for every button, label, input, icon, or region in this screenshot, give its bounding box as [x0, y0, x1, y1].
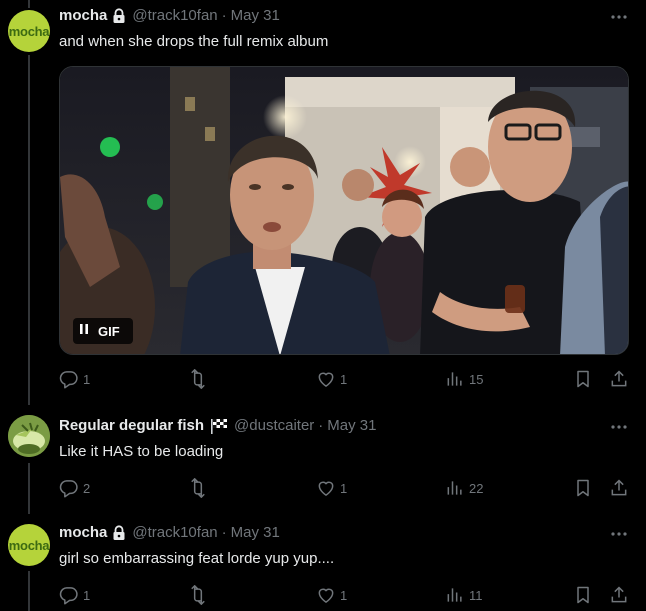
repost-icon — [188, 369, 208, 389]
lock-icon — [112, 7, 126, 24]
repost-icon — [188, 585, 208, 605]
post-actions: 2 1 22 — [59, 476, 629, 500]
views-count: 11 — [469, 587, 483, 603]
bookmark-icon — [573, 585, 593, 605]
user-handle[interactable]: @dustcaiter — [234, 417, 314, 434]
post-text: Like it HAS to be loading — [59, 443, 224, 460]
share-icon — [609, 369, 629, 389]
like-button[interactable]: 1 — [316, 476, 347, 500]
repost-button[interactable] — [188, 367, 212, 391]
views-icon — [445, 369, 465, 389]
like-button[interactable]: 1 — [316, 583, 347, 607]
gif-frame — [60, 67, 628, 354]
thread-line — [28, 55, 30, 405]
like-button[interactable]: 1 — [316, 367, 347, 391]
views-button[interactable]: 11 — [445, 583, 483, 607]
post-date[interactable]: May 31 — [231, 524, 280, 541]
avatar[interactable]: mocha — [8, 524, 50, 566]
thread-line — [28, 571, 30, 611]
separator-dot: · — [318, 417, 324, 434]
thread-line — [28, 0, 30, 8]
more-options-icon[interactable] — [609, 417, 629, 437]
post-actions: 1 1 11 — [59, 583, 629, 607]
gif-media[interactable]: GIF — [59, 66, 629, 355]
reply-count: 2 — [83, 480, 91, 496]
like-count: 1 — [340, 587, 348, 603]
post-header: Regular degular fish @dustcaiter · May 3… — [59, 417, 377, 434]
post-date[interactable]: May 31 — [327, 417, 376, 434]
avatar-text: mocha — [8, 537, 50, 553]
reply-button[interactable]: 1 — [59, 583, 90, 607]
reply-icon — [59, 369, 79, 389]
reply-button[interactable]: 2 — [59, 476, 90, 500]
views-button[interactable]: 22 — [445, 476, 483, 500]
thread-line — [28, 463, 30, 514]
bookmark-button[interactable] — [573, 476, 593, 500]
reply-count: 1 — [83, 587, 91, 603]
bookmark-button[interactable] — [573, 367, 593, 391]
repost-icon — [188, 478, 208, 498]
share-icon — [609, 585, 629, 605]
display-name[interactable]: mocha — [59, 524, 107, 541]
avatar[interactable]: mocha — [8, 10, 50, 52]
views-count: 15 — [469, 371, 484, 387]
heart-icon — [316, 478, 336, 498]
share-icon — [609, 478, 629, 498]
avatar-text: mocha — [8, 23, 50, 39]
display-name[interactable]: mocha — [59, 7, 107, 24]
user-handle[interactable]: @track10fan — [132, 7, 217, 24]
bookmark-icon — [573, 478, 593, 498]
more-options-icon[interactable] — [609, 524, 629, 544]
reply-icon — [59, 478, 79, 498]
post-text: girl so embarrassing feat lorde yup yup.… — [59, 550, 335, 567]
avatar[interactable] — [8, 415, 50, 457]
more-options-icon[interactable] — [609, 7, 629, 27]
gif-label: GIF — [98, 323, 120, 339]
gif-control[interactable]: GIF — [73, 318, 133, 344]
reply-button[interactable]: 1 — [59, 367, 90, 391]
separator-dot: · — [221, 7, 227, 24]
share-button[interactable] — [609, 367, 629, 391]
views-icon — [445, 478, 465, 498]
bookmark-icon — [573, 369, 593, 389]
post-header: mocha @track10fan · May 31 — [59, 524, 280, 541]
views-button[interactable]: 15 — [445, 367, 483, 391]
repost-button[interactable] — [188, 583, 212, 607]
share-button[interactable] — [609, 583, 629, 607]
lock-icon — [112, 524, 126, 541]
display-name[interactable]: Regular degular fish — [59, 417, 204, 434]
reply-count: 1 — [83, 371, 91, 387]
heart-icon — [316, 585, 336, 605]
like-count: 1 — [340, 371, 348, 387]
views-count: 22 — [469, 480, 484, 496]
post-date[interactable]: May 31 — [231, 7, 280, 24]
views-icon — [445, 585, 465, 605]
user-handle[interactable]: @track10fan — [132, 524, 217, 541]
bookmark-button[interactable] — [573, 583, 593, 607]
fish-avatar-image — [8, 415, 50, 457]
post-header: mocha @track10fan · May 31 — [59, 7, 280, 24]
like-count: 1 — [340, 480, 348, 496]
reply-icon — [59, 585, 79, 605]
separator-dot: · — [221, 524, 227, 541]
repost-button[interactable] — [188, 476, 212, 500]
pause-icon[interactable] — [79, 322, 89, 340]
share-button[interactable] — [609, 476, 629, 500]
post-text: and when she drops the full remix album — [59, 33, 329, 50]
checkered-flag-icon — [210, 418, 228, 434]
post-actions: 1 1 15 — [59, 367, 629, 391]
heart-icon — [316, 369, 336, 389]
